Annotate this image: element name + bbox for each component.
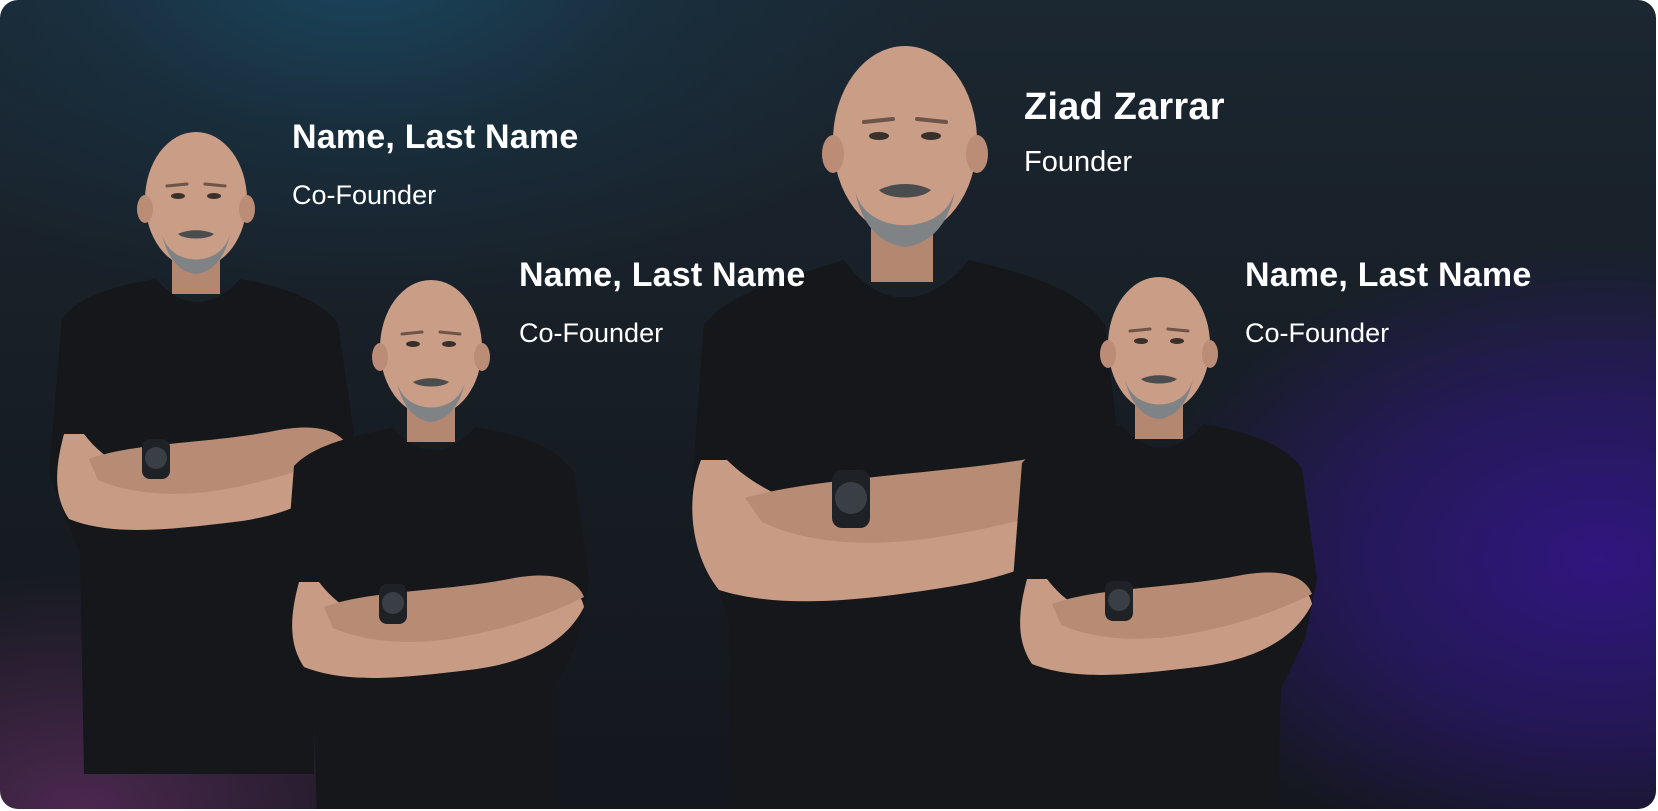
founder-name: Ziad Zarrar [1024,86,1225,128]
team-member-name: Name, Last Name [519,256,806,294]
team-member-name: Name, Last Name [1245,256,1532,294]
team-member-photo [1007,277,1317,809]
team-member-name: Name, Last Name [292,118,579,156]
team-member-role: Co-Founder [519,318,664,348]
team-member-role: Co-Founder [292,180,437,210]
founder-role: Founder [1024,146,1133,178]
team-member-photo [279,280,589,809]
team-banner: Name, Last Name Co-Founder Name, Last Na… [0,0,1656,809]
team-member-role: Co-Founder [1245,318,1390,348]
